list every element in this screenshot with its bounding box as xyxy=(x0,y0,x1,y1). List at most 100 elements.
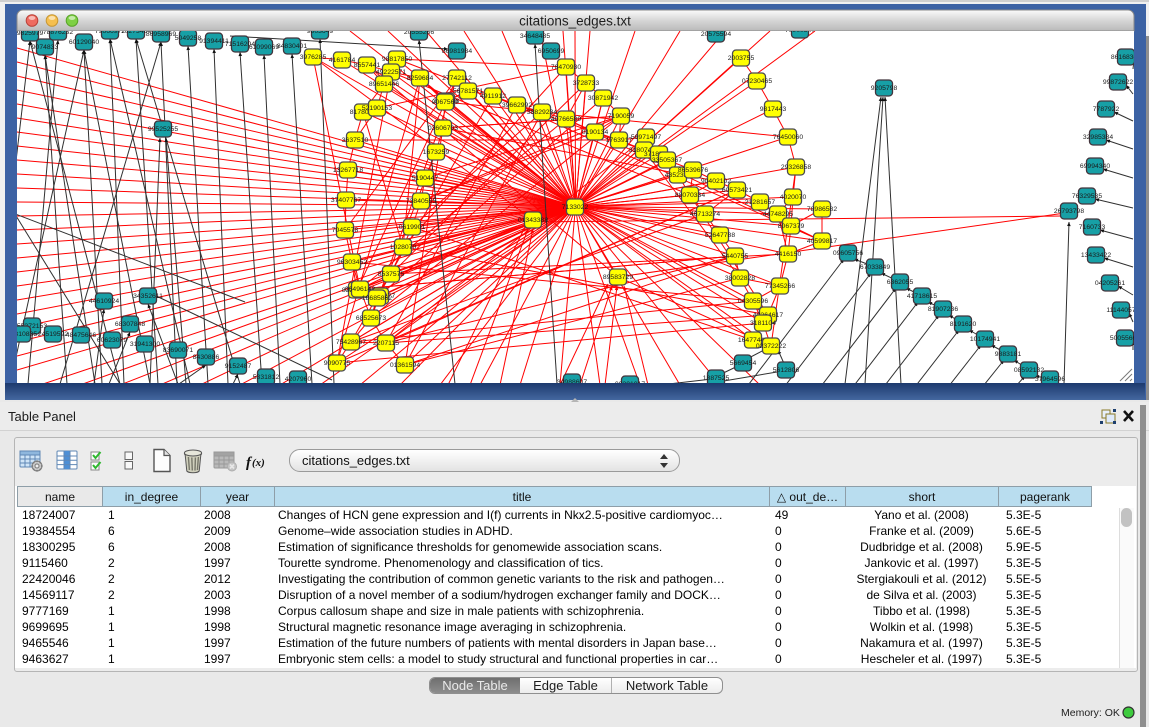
svg-text:44610924: 44610924 xyxy=(89,298,119,305)
svg-text:38002828: 38002828 xyxy=(725,275,755,282)
svg-text:3181104: 3181104 xyxy=(750,320,776,327)
svg-text:9817443: 9817443 xyxy=(760,106,787,113)
svg-text:76329535: 76329535 xyxy=(1072,193,1102,200)
svg-text:13267718: 13267718 xyxy=(333,167,363,174)
svg-text:73840555: 73840555 xyxy=(406,198,436,205)
svg-text:10174941: 10174941 xyxy=(970,336,1000,343)
svg-text:0190134: 0190134 xyxy=(582,129,609,136)
svg-text:9090775: 9090775 xyxy=(324,360,351,367)
svg-text:77345266: 77345266 xyxy=(765,283,795,290)
svg-text:02372222: 02372222 xyxy=(756,343,786,350)
svg-text:1673259: 1673259 xyxy=(423,149,450,156)
svg-text:39662992: 39662992 xyxy=(502,102,532,109)
svg-text:18685862: 18685862 xyxy=(362,295,392,302)
svg-text:60129040: 60129040 xyxy=(69,39,99,46)
svg-text:49222571: 49222571 xyxy=(376,69,406,76)
svg-text:07230465: 07230465 xyxy=(742,78,772,85)
svg-text:7160733: 7160733 xyxy=(1079,224,1106,231)
svg-text:69994340: 69994340 xyxy=(1080,163,1110,170)
svg-text:60573421: 60573421 xyxy=(722,187,752,194)
svg-text:3637510: 3637510 xyxy=(342,137,369,144)
svg-text:86539676: 86539676 xyxy=(678,167,708,174)
svg-text:03606703: 03606703 xyxy=(428,125,458,132)
svg-text:3728733: 3728733 xyxy=(573,80,600,87)
svg-text:13433422: 13433422 xyxy=(1081,252,1111,259)
svg-text:5331812: 5331812 xyxy=(253,374,280,381)
svg-text:34352611: 34352611 xyxy=(133,293,163,300)
svg-text:41718615: 41718615 xyxy=(907,293,937,300)
svg-text:1887525: 1887525 xyxy=(703,375,730,382)
svg-text:5049258: 5049258 xyxy=(175,35,202,42)
svg-text:24519592: 24519592 xyxy=(38,331,68,338)
svg-text:08592132: 08592132 xyxy=(1014,367,1044,374)
svg-text:9883181: 9883181 xyxy=(995,351,1022,358)
svg-text:52190153: 52190153 xyxy=(362,105,392,112)
svg-text:99525255: 99525255 xyxy=(148,126,178,133)
svg-text:7190059: 7190059 xyxy=(608,113,635,120)
svg-text:21281657: 21281657 xyxy=(745,199,775,206)
svg-text:78986582: 78986582 xyxy=(807,206,837,213)
svg-text:90402102: 90402102 xyxy=(701,178,731,185)
svg-text:34648485: 34648485 xyxy=(520,33,550,40)
svg-text:67033849: 67033849 xyxy=(860,264,890,271)
svg-text:citations_edges.txt: citations_edges.txt xyxy=(519,14,631,29)
svg-text:56781571: 56781571 xyxy=(453,88,483,95)
svg-text:76450060: 76450060 xyxy=(773,134,803,141)
svg-text:9074833: 9074833 xyxy=(32,44,59,51)
svg-text:9205798: 9205798 xyxy=(871,85,898,92)
svg-text:86958969: 86958969 xyxy=(146,31,176,38)
svg-text:04205261: 04205261 xyxy=(1095,280,1125,287)
svg-text:84830401: 84830401 xyxy=(277,43,307,50)
svg-text:2207115: 2207115 xyxy=(373,340,399,347)
svg-text:04305596: 04305596 xyxy=(738,298,768,305)
svg-text:0067560: 0067560 xyxy=(432,99,459,106)
svg-text:44748295: 44748295 xyxy=(763,211,793,218)
svg-text:37407767: 37407767 xyxy=(331,197,361,204)
svg-text:5612806: 5612806 xyxy=(773,367,800,374)
svg-text:33505367: 33505367 xyxy=(652,157,682,164)
svg-text:5190447: 5190447 xyxy=(412,175,439,182)
svg-text:68525673: 68525673 xyxy=(356,315,386,322)
svg-text:56971497: 56971497 xyxy=(631,134,661,141)
svg-text:83690071: 83690071 xyxy=(163,347,193,354)
svg-text:4207960: 4207960 xyxy=(285,376,312,383)
svg-text:81907236: 81907236 xyxy=(928,306,958,313)
svg-text:8557441: 8557441 xyxy=(354,62,381,69)
svg-text:38829234: 38829234 xyxy=(527,109,557,116)
svg-text:27742112: 27742112 xyxy=(442,75,472,82)
svg-text:6950699: 6950699 xyxy=(538,48,565,55)
svg-text:31941300: 31941300 xyxy=(130,341,160,348)
svg-text:88070334: 88070334 xyxy=(675,192,705,199)
svg-text:8537575: 8537575 xyxy=(378,271,405,278)
svg-text:26793798: 26793798 xyxy=(1054,208,1084,215)
svg-text:40766589: 40766589 xyxy=(551,116,581,123)
svg-text:30871942: 30871942 xyxy=(588,95,618,102)
svg-text:01361594: 01361594 xyxy=(390,362,420,369)
svg-text:29326858: 29326858 xyxy=(781,164,811,171)
svg-text:01343388: 01343388 xyxy=(518,217,548,224)
svg-text:4020070: 4020070 xyxy=(780,194,807,201)
svg-text:32985384: 32985384 xyxy=(1083,134,1113,141)
svg-text:75428967: 75428967 xyxy=(336,339,366,346)
svg-text:89583729: 89583729 xyxy=(603,274,633,281)
svg-text:0619901: 0619901 xyxy=(399,224,426,231)
svg-text:11144057: 11144057 xyxy=(1106,307,1135,314)
svg-text:3976285: 3976285 xyxy=(300,54,327,61)
svg-text:99872622: 99872622 xyxy=(1103,79,1133,86)
svg-text:4416150: 4416150 xyxy=(775,251,802,258)
svg-text:98817850: 98817850 xyxy=(382,56,412,63)
svg-text:48475646: 48475646 xyxy=(66,332,96,339)
svg-text:4161784: 4161784 xyxy=(329,57,356,64)
svg-text:8067379: 8067379 xyxy=(778,223,805,230)
svg-text:1028070: 1028070 xyxy=(390,244,417,251)
svg-text:9825979: 9825979 xyxy=(17,30,44,37)
svg-text:60623079: 60623079 xyxy=(97,337,127,344)
svg-text:37964596: 37964596 xyxy=(1035,376,1065,383)
svg-text:78470930: 78470930 xyxy=(551,64,581,71)
svg-text:68307848: 68307848 xyxy=(115,321,145,328)
svg-text:5669454: 5669454 xyxy=(730,360,757,367)
svg-text:7787922: 7787922 xyxy=(1093,106,1120,113)
svg-text:8259684: 8259684 xyxy=(407,75,434,82)
svg-text:09605756: 09605756 xyxy=(833,250,863,257)
svg-text:2003755: 2003755 xyxy=(728,55,755,62)
